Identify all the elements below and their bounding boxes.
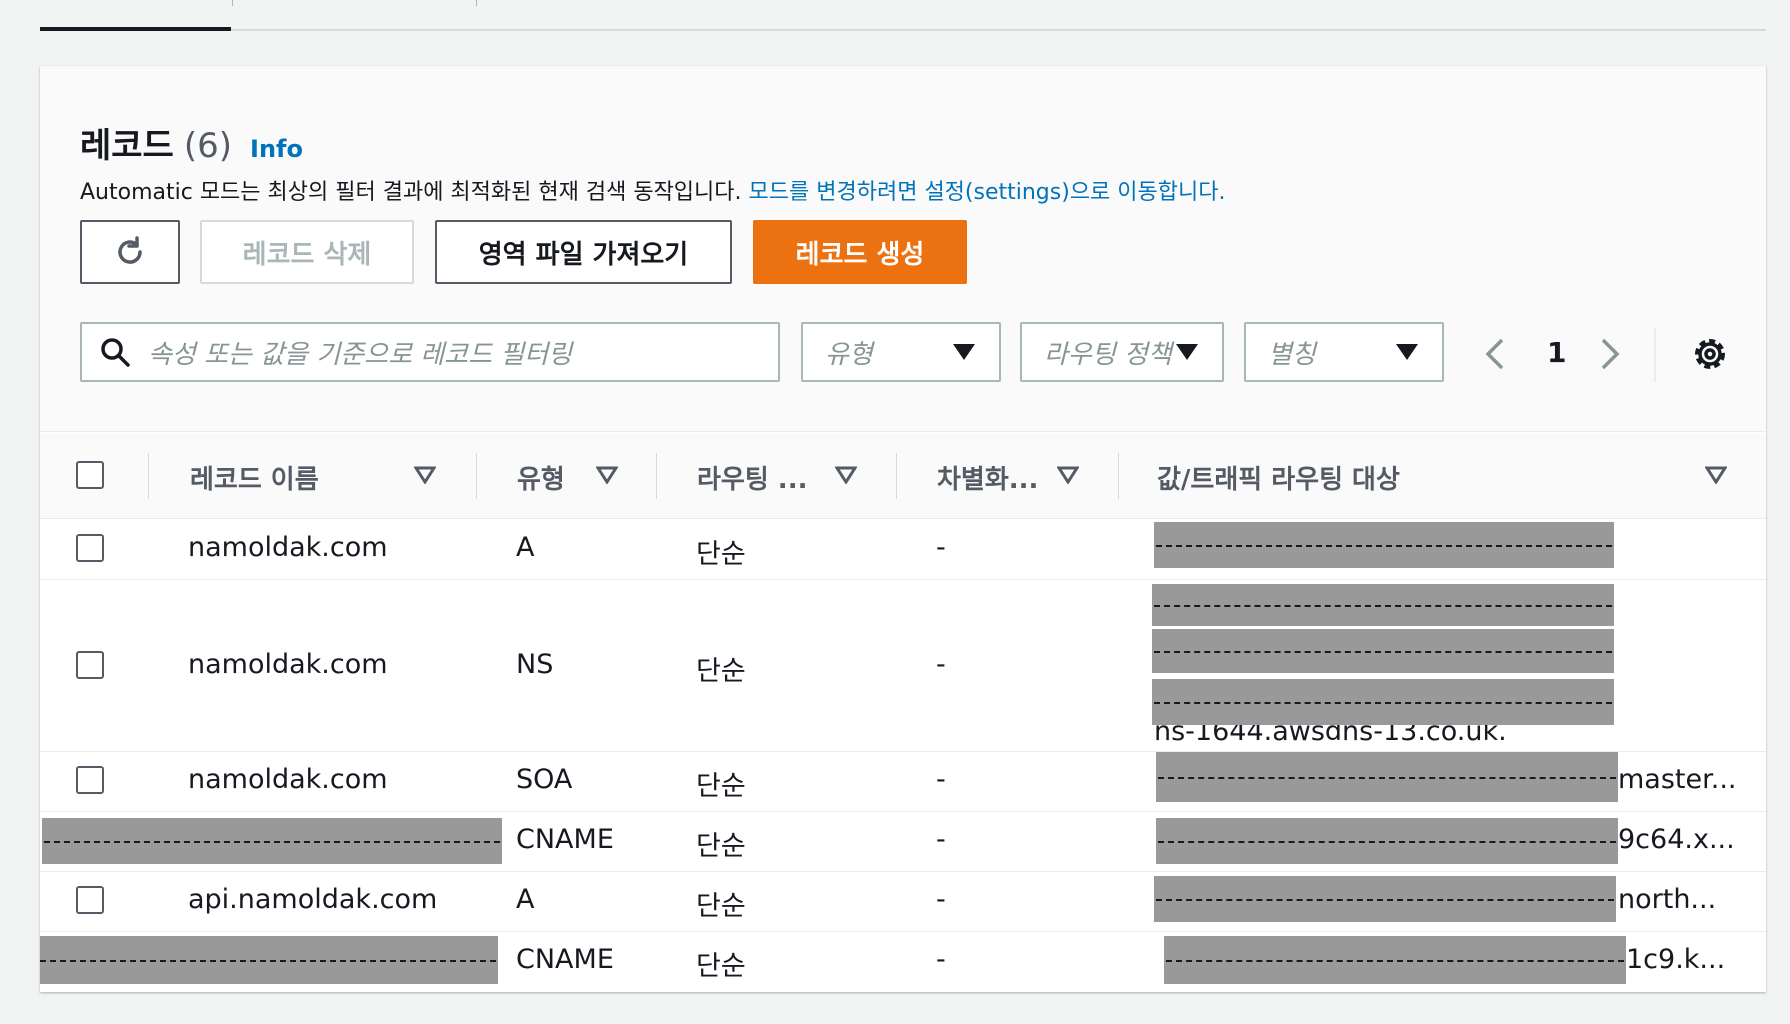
redacted-value [1156, 752, 1618, 802]
alias-select-placeholder: 별칭 [1268, 339, 1316, 370]
row-checkbox[interactable] [76, 766, 104, 794]
current-page-number[interactable]: 1 [1547, 336, 1566, 369]
redacted-record-name [42, 818, 502, 864]
routing-policy-select[interactable]: 라우팅 정책 [1020, 322, 1224, 382]
column-divider [476, 453, 477, 499]
record-type: NS [516, 649, 554, 680]
table-row[interactable]: namoldak.com A 단순 - [40, 520, 1766, 580]
sort-icon[interactable] [835, 466, 857, 484]
record-name[interactable]: namoldak.com [188, 764, 388, 795]
column-divider [148, 453, 149, 499]
caret-down-icon [953, 344, 975, 360]
column-divider [656, 453, 657, 499]
record-name[interactable]: namoldak.com [188, 649, 388, 680]
title-row: 레코드 (6) Info [80, 118, 303, 166]
record-value: 1c9.k... [1626, 944, 1726, 975]
table-row[interactable]: namoldak.com SOA 단순 - master... [40, 752, 1766, 812]
sort-icon[interactable] [596, 466, 618, 484]
record-type: A [516, 532, 535, 563]
table-row[interactable]: api.namoldak.com A 단순 - north... [40, 872, 1766, 932]
table-row[interactable]: CNAME 단순 - 1c9.k... [40, 932, 1766, 992]
refresh-button[interactable] [80, 220, 180, 284]
import-zone-file-button[interactable]: 영역 파일 가져오기 [435, 220, 732, 284]
sort-icon[interactable] [1705, 466, 1727, 484]
sort-icon[interactable] [1057, 466, 1079, 484]
search-placeholder: 속성 또는 값을 기준으로 레코드 필터링 [148, 339, 573, 370]
record-type: CNAME [516, 944, 614, 975]
info-link[interactable]: Info [250, 135, 303, 163]
row-checkbox[interactable] [76, 886, 104, 914]
sort-icon[interactable] [414, 466, 436, 484]
routing-select-placeholder: 라우팅 정책 [1044, 339, 1172, 370]
description-text: Automatic 모드는 최상의 필터 결과에 최적화된 현재 검색 동작입니… [80, 180, 742, 205]
type-select[interactable]: 유형 [801, 322, 1001, 382]
records-panel: 레코드 (6) Info Automatic 모드는 최상의 필터 결과에 최적… [40, 66, 1766, 992]
settings-link[interactable]: 모드를 변경하려면 설정(settings)으로 이동합니다. [749, 180, 1226, 205]
differentiator: - [936, 649, 946, 680]
page-title: 레코드 [80, 126, 174, 166]
routing-policy: 단순 [696, 891, 746, 922]
redacted-value [1152, 679, 1614, 725]
record-type: A [516, 884, 535, 915]
table-row[interactable]: CNAME 단순 - 9c64.x... [40, 812, 1766, 872]
routing-policy: 단순 [696, 539, 746, 570]
redacted-value [1154, 522, 1614, 568]
column-header-value[interactable]: 값/트래픽 라우팅 대상 [1157, 459, 1400, 496]
next-page-icon[interactable] [1595, 334, 1625, 374]
alias-select[interactable]: 별칭 [1244, 322, 1444, 382]
differentiator: - [936, 532, 946, 563]
differentiator: - [936, 944, 946, 975]
delete-record-button[interactable]: 레코드 삭제 [200, 220, 414, 284]
previous-page-icon[interactable] [1480, 334, 1510, 374]
table-header: 레코드 이름 유형 라우팅 ... 차별화... 값/트래픽 라우팅 대상 [40, 433, 1766, 519]
column-header-record-name[interactable]: 레코드 이름 [190, 459, 319, 496]
record-name[interactable]: api.namoldak.com [188, 884, 437, 915]
column-divider [1118, 453, 1119, 499]
record-type: CNAME [516, 824, 614, 855]
tab-bar [40, 0, 1766, 31]
tab-divider [232, 0, 233, 6]
column-header-type[interactable]: 유형 [517, 459, 565, 496]
differentiator: - [936, 764, 946, 795]
search-input[interactable]: 속성 또는 값을 기준으로 레코드 필터링 [80, 322, 780, 382]
routing-policy: 단순 [696, 771, 746, 802]
select-all-checkbox[interactable] [76, 461, 104, 489]
caret-down-icon [1396, 344, 1418, 360]
table-row[interactable]: namoldak.com NS 단순 - ns-1644.awsdns-13.c… [40, 580, 1766, 752]
column-header-routing[interactable]: 라우팅 ... [697, 459, 807, 496]
redacted-value [1164, 936, 1626, 984]
redacted-value [1152, 629, 1614, 673]
record-type: SOA [516, 764, 573, 795]
row-checkbox[interactable] [76, 534, 104, 562]
differentiator: - [936, 884, 946, 915]
redacted-record-name [40, 936, 498, 984]
gear-icon[interactable] [1688, 332, 1732, 376]
column-divider [896, 453, 897, 499]
panel-header: 레코드 (6) Info Automatic 모드는 최상의 필터 결과에 최적… [40, 66, 1766, 432]
create-record-button[interactable]: 레코드 생성 [753, 220, 967, 284]
redacted-value [1154, 876, 1616, 922]
type-select-placeholder: 유형 [825, 339, 873, 370]
search-mode-description: Automatic 모드는 최상의 필터 결과에 최적화된 현재 검색 동작입니… [80, 174, 1225, 206]
routing-policy: 단순 [696, 831, 746, 862]
search-icon [101, 338, 130, 367]
redacted-value [1152, 584, 1614, 626]
routing-policy: 단순 [696, 656, 746, 687]
record-count: (6) [183, 126, 233, 166]
routing-policy: 단순 [696, 951, 746, 982]
redacted-value [1156, 818, 1618, 864]
record-value: north... [1618, 884, 1717, 915]
caret-down-icon [1176, 344, 1198, 360]
record-name[interactable]: namoldak.com [188, 532, 388, 563]
tab-divider [476, 0, 477, 6]
record-value: 9c64.x... [1618, 824, 1735, 855]
tab-active-indicator [40, 27, 231, 31]
column-header-differentiator[interactable]: 차별화... [937, 459, 1038, 496]
refresh-icon [118, 236, 142, 264]
row-checkbox[interactable] [76, 651, 104, 679]
differentiator: - [936, 824, 946, 855]
record-value: master... [1618, 764, 1737, 795]
divider [1654, 328, 1656, 382]
